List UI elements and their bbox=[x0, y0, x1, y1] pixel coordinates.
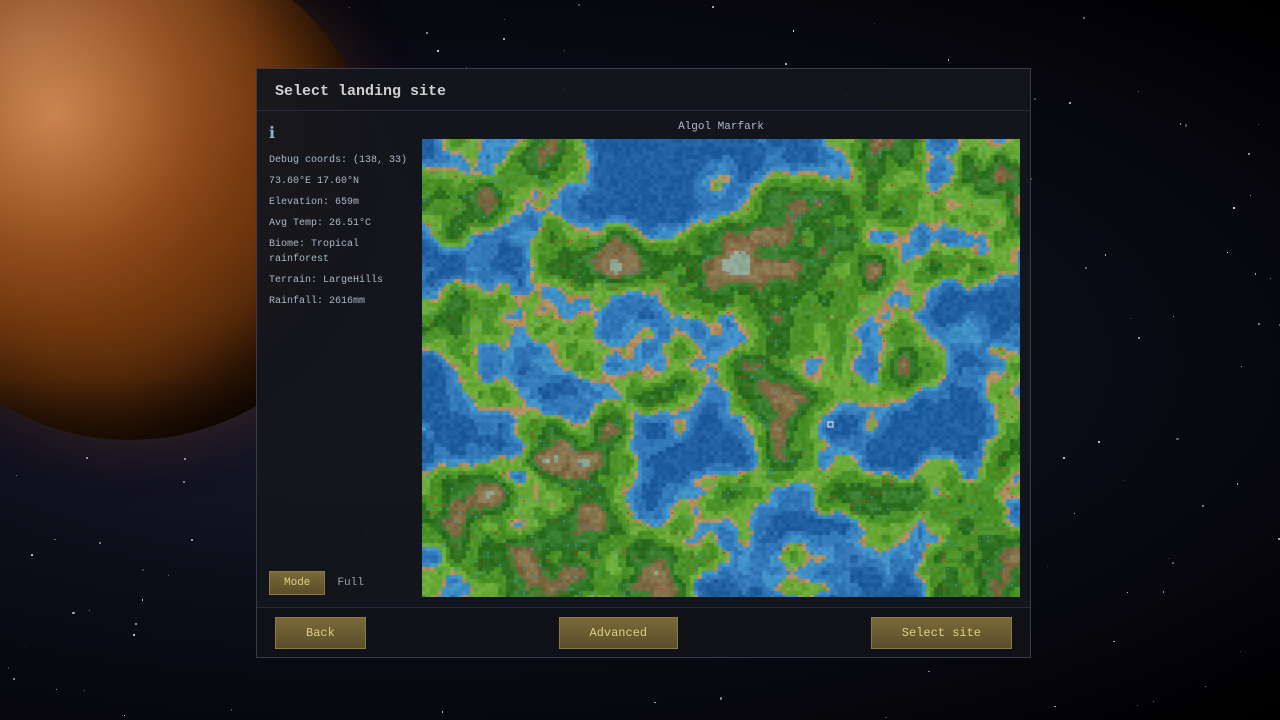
info-icon: ℹ bbox=[269, 123, 410, 143]
map-canvas-element[interactable] bbox=[422, 139, 1020, 597]
select-site-button[interactable]: Select site bbox=[871, 617, 1012, 649]
map-container: Algol Marfark bbox=[422, 111, 1030, 607]
back-button[interactable]: Back bbox=[275, 617, 366, 649]
dialog-title: Select landing site bbox=[257, 69, 1030, 111]
map-title: Algol Marfark bbox=[422, 121, 1020, 133]
map-canvas[interactable] bbox=[422, 139, 1020, 597]
avg-temp: Avg Temp: 26.51°C bbox=[269, 216, 410, 231]
select-landing-site-dialog: Select landing site ℹ Debug coords: (138… bbox=[256, 68, 1031, 658]
dialog-body: ℹ Debug coords: (138, 33) 73.60°E 17.60°… bbox=[257, 111, 1030, 607]
mode-label: Full bbox=[337, 577, 363, 589]
info-sidebar: ℹ Debug coords: (138, 33) 73.60°E 17.60°… bbox=[257, 111, 422, 607]
debug-coords: Debug coords: (138, 33) bbox=[269, 153, 410, 168]
mode-controls: Mode Full bbox=[269, 563, 410, 595]
elevation: Elevation: 659m bbox=[269, 195, 410, 210]
coordinates: 73.60°E 17.60°N bbox=[269, 174, 410, 189]
rainfall: Rainfall: 2616mm bbox=[269, 294, 410, 309]
dialog-footer: Back Advanced Select site bbox=[257, 607, 1030, 657]
biome: Biome: Tropical rainforest bbox=[269, 237, 410, 267]
mode-button[interactable]: Mode bbox=[269, 571, 325, 595]
advanced-button[interactable]: Advanced bbox=[559, 617, 679, 649]
terrain: Terrain: LargeHills bbox=[269, 273, 410, 288]
